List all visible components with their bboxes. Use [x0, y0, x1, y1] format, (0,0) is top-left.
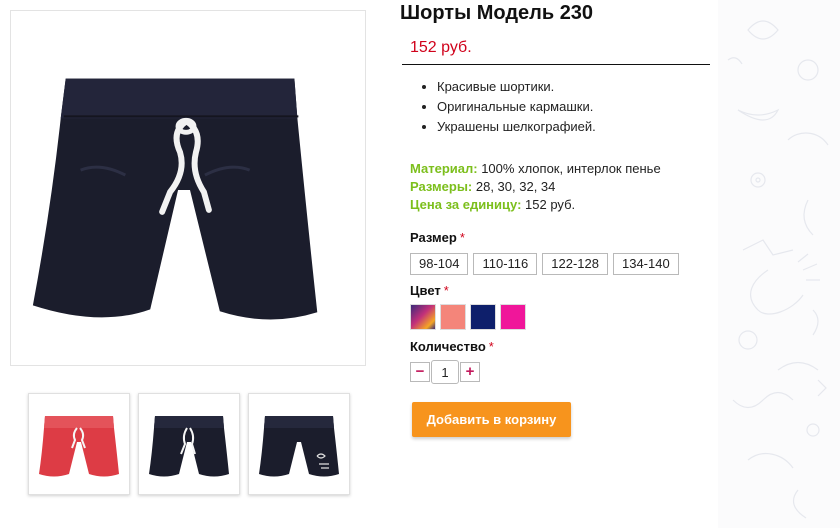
required-mark: *: [488, 339, 494, 354]
quantity-increase-button[interactable]: +: [460, 362, 480, 382]
required-mark: *: [443, 283, 449, 298]
quantity-label-text: Количество: [410, 339, 486, 354]
spec-unit-price-value: 152 руб.: [525, 197, 576, 212]
spec-unit-price: Цена за единицу: 152 руб.: [410, 197, 575, 212]
spec-material: Материал: 100% хлопок, интерлок пенье: [410, 161, 661, 176]
shorts-image: [32, 78, 318, 320]
spec-unit-price-label: Цена за единицу:: [410, 197, 522, 212]
color-swatch-multicolor[interactable]: [410, 304, 436, 330]
quantity-label: Количество *: [410, 339, 494, 354]
spec-material-value: 100% хлопок, интерлок пенье: [481, 161, 661, 176]
thumbnail-navy-shorts[interactable]: [138, 393, 240, 495]
feature-item: Оригинальные кармашки.: [437, 97, 596, 117]
spec-sizes: Размеры: 28, 30, 32, 34: [410, 179, 555, 194]
product-price: 152 руб.: [410, 39, 472, 56]
required-mark: *: [459, 230, 465, 245]
main-product-image[interactable]: [10, 10, 366, 366]
quantity-input[interactable]: [431, 360, 459, 384]
feature-item: Красивые шортики.: [437, 77, 596, 97]
size-selector: 98-104 110-116 122-128 134-140: [410, 253, 679, 275]
size-option-110-116[interactable]: 110-116: [473, 253, 538, 275]
spec-sizes-label: Размеры:: [410, 179, 473, 194]
color-swatch-magenta[interactable]: [500, 304, 526, 330]
divider: [402, 64, 710, 65]
quantity-decrease-button[interactable]: −: [410, 362, 430, 382]
size-option-label: Размер *: [410, 230, 465, 245]
product-title: Шорты Модель 230: [400, 2, 594, 24]
color-label-text: Цвет: [410, 283, 441, 298]
color-option-label: Цвет *: [410, 283, 449, 298]
thumbnail-navy-shorts-print[interactable]: [248, 393, 350, 495]
feature-list: Красивые шортики. Оригинальные кармашки.…: [409, 77, 596, 137]
color-selector: [410, 304, 526, 330]
spec-material-label: Материал:: [410, 161, 478, 176]
quantity-stepper: − +: [410, 360, 480, 384]
thumbnail-red-shorts[interactable]: [28, 393, 130, 495]
add-to-cart-button[interactable]: Добавить в корзину: [412, 402, 571, 437]
spec-sizes-value: 28, 30, 32, 34: [475, 179, 556, 194]
decorative-background: [718, 0, 840, 528]
color-swatch-navy[interactable]: [470, 304, 496, 330]
size-option-122-128[interactable]: 122-128: [542, 253, 608, 275]
size-option-98-104[interactable]: 98-104: [410, 253, 469, 275]
size-label-text: Размер: [410, 230, 457, 245]
size-option-134-140[interactable]: 134-140: [612, 253, 679, 275]
color-swatch-salmon[interactable]: [440, 304, 466, 330]
feature-item: Украшены шелкографией.: [437, 117, 596, 137]
